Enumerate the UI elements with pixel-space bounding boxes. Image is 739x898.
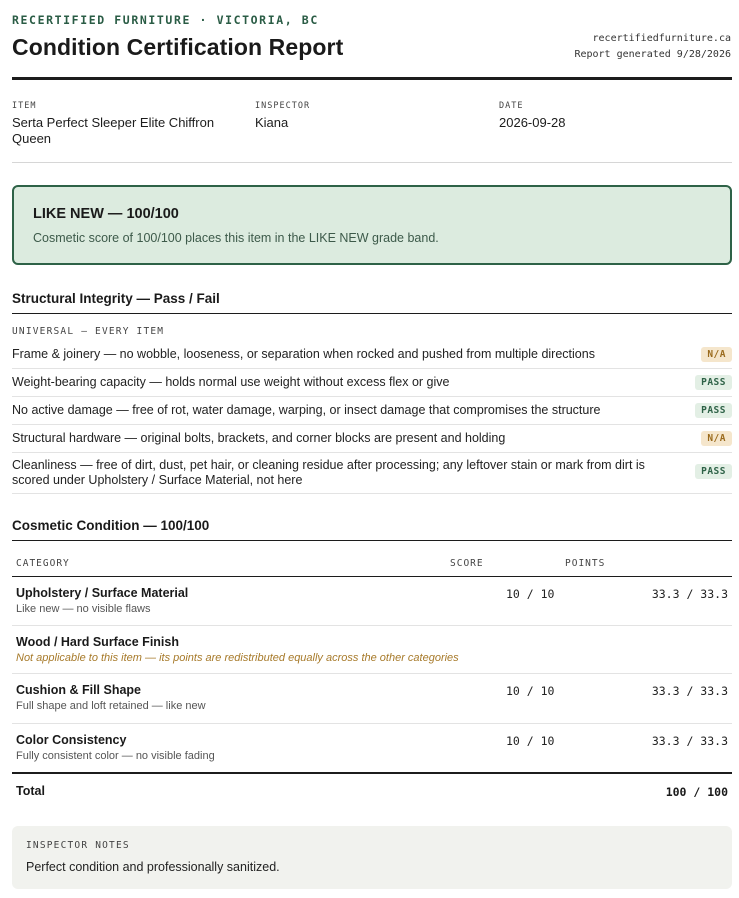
check-text: Structural hardware — original bolts, br… xyxy=(12,431,506,445)
col-header-score: SCORE xyxy=(450,558,484,569)
category-score: 10 / 10 xyxy=(506,734,555,748)
cosmetic-section-title: Cosmetic Condition — 100/100 xyxy=(12,518,210,533)
structural-section-title: Structural Integrity — Pass / Fail xyxy=(12,291,220,306)
status-badge: N/A xyxy=(701,431,732,446)
cosmetic-divider xyxy=(12,540,732,541)
check-row: No active damage — free of rot, water da… xyxy=(12,397,732,425)
check-text: No active damage — free of rot, water da… xyxy=(12,403,601,417)
date-value: 2026-09-28 xyxy=(499,115,566,130)
grade-description: Cosmetic score of 100/100 places this it… xyxy=(33,231,439,245)
report-title: Condition Certification Report xyxy=(12,34,344,60)
category-points: 33.3 / 33.3 xyxy=(651,587,728,601)
status-badge: PASS xyxy=(695,464,732,479)
structural-divider xyxy=(12,313,732,314)
date-label: DATE xyxy=(499,101,524,111)
col-header-category: CATEGORY xyxy=(16,558,70,569)
grade-title: LIKE NEW — 100/100 xyxy=(33,206,179,222)
table-row: Upholstery / Surface Material Like new —… xyxy=(12,577,732,626)
category-name: Cushion & Fill Shape xyxy=(16,683,142,697)
inspector-label: INSPECTOR xyxy=(255,101,311,111)
meta-divider xyxy=(12,162,732,163)
check-row: Cleanliness — free of dirt, dust, pet ha… xyxy=(12,453,732,494)
category-description: Like new — no visible flaws xyxy=(16,603,151,615)
category-description: Not applicable to this item — its points… xyxy=(16,652,459,664)
check-text: Weight-bearing capacity — holds normal u… xyxy=(12,375,450,389)
category-name: Wood / Hard Surface Finish xyxy=(16,635,179,649)
site-url: recertifiedfurniture.ca xyxy=(592,33,731,44)
check-row: Structural hardware — original bolts, br… xyxy=(12,425,732,453)
item-label: ITEM xyxy=(12,101,37,111)
category-name: Upholstery / Surface Material xyxy=(16,586,189,600)
structural-subhead: UNIVERSAL — EVERY ITEM xyxy=(12,326,165,337)
status-badge: N/A xyxy=(701,347,732,362)
category-score: 10 / 10 xyxy=(506,684,555,698)
table-row: Cushion & Fill Shape Full shape and loft… xyxy=(12,674,732,724)
brand-line: RECERTIFIED FURNITURE · VICTORIA, BC xyxy=(12,13,319,27)
notes-text: Perfect condition and professionally san… xyxy=(26,860,280,874)
table-row: Wood / Hard Surface Finish Not applicabl… xyxy=(12,626,732,674)
table-row: Color Consistency Fully consistent color… xyxy=(12,724,732,772)
category-description: Fully consistent color — no visible fadi… xyxy=(16,750,215,762)
check-text: Cleanliness — free of dirt, dust, pet ha… xyxy=(12,458,645,487)
inspector-notes-box: INSPECTOR NOTES Perfect condition and pr… xyxy=(12,826,732,889)
generated-date: Report generated 9/28/2026 xyxy=(574,49,731,60)
category-description: Full shape and loft retained — like new xyxy=(16,700,206,712)
inspector-value: Kiana xyxy=(255,115,289,130)
check-row: Frame & joinery — no wobble, looseness, … xyxy=(12,341,732,369)
category-name: Color Consistency xyxy=(16,733,127,747)
total-label: Total xyxy=(16,784,45,798)
check-text: Frame & joinery — no wobble, looseness, … xyxy=(12,347,595,361)
col-header-points: POINTS xyxy=(565,558,606,569)
total-divider xyxy=(12,772,732,774)
category-points: 33.3 / 33.3 xyxy=(651,734,728,748)
grade-summary-box: LIKE NEW — 100/100 Cosmetic score of 100… xyxy=(12,185,732,265)
header-divider xyxy=(12,77,732,80)
item-value: Serta Perfect Sleeper Elite Chiffron Que… xyxy=(12,115,215,146)
category-score: 10 / 10 xyxy=(506,587,555,601)
status-badge: PASS xyxy=(695,375,732,390)
total-value: 100 / 100 xyxy=(665,785,728,799)
category-points: 33.3 / 33.3 xyxy=(651,684,728,698)
notes-label: INSPECTOR NOTES xyxy=(26,840,130,851)
check-row: Weight-bearing capacity — holds normal u… xyxy=(12,369,732,397)
status-badge: PASS xyxy=(695,403,732,418)
